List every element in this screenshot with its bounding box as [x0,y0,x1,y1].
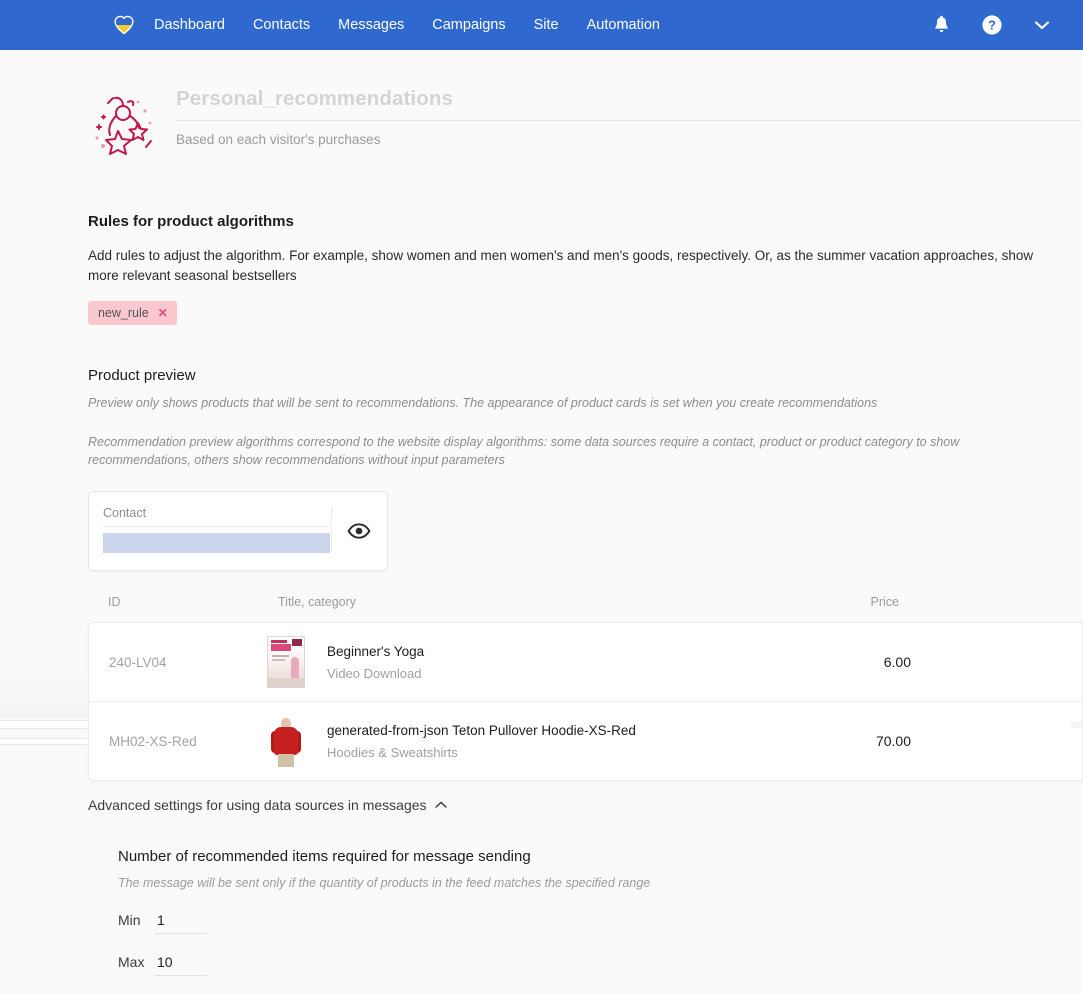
max-label: Max [118,954,145,970]
product-table-header: ID Title, category Price [88,595,1083,615]
page-header: Personal_recommendations Based on each v… [88,87,1081,159]
magic-recommendations-icon [88,89,162,159]
max-field-row: Max 10 [118,954,207,976]
yoga-dvd-thumbnail [259,636,313,688]
account-chevron-down-icon[interactable] [1033,19,1051,31]
contact-label: Contact [103,506,331,527]
product-name: generated-from-json Teton Pullover Hoodi… [327,722,636,738]
advanced-settings-toggle[interactable]: Advanced settings for using data sources… [88,797,448,813]
column-header-id: ID [108,595,121,609]
red-hoodie-thumbnail [259,715,313,767]
eye-preview-icon[interactable] [332,492,387,570]
top-bar-actions: ? [932,0,1083,50]
contact-field[interactable]: Contact [89,492,331,570]
page-content: Personal_recommendations Based on each v… [0,50,1083,994]
column-header-price: Price [870,595,899,609]
recommended-items-subtext: The message will be sent only if the qua… [118,876,651,890]
product-price: 70.00 [875,733,911,749]
product-title-cell: generated-from-json Teton Pullover Hoodi… [313,723,852,760]
table-row[interactable]: 240-LV04 Beginner's Yoga Video Download … [89,623,1082,701]
product-category: Hoodies & Sweatshirts [327,744,458,760]
product-price: 6.00 [883,654,911,670]
product-id: MH02-XS-Red [109,733,197,749]
chevron-up-icon [434,800,448,810]
nav-item-dashboard[interactable]: Dashboard [154,0,225,50]
table-row[interactable]: MH02-XS-Red generated-from-json Teton Pu… [89,701,1082,780]
title-block: Personal_recommendations Based on each v… [176,87,1081,147]
panel-edge-shade [0,672,88,718]
panel-edge-line [0,738,88,745]
product-preview-heading: Product preview [88,367,196,384]
main-nav: Dashboard Contacts Messages Campaigns Si… [154,0,688,50]
min-input[interactable]: 1 [154,912,207,934]
nav-item-site[interactable]: Site [534,0,559,50]
product-title-cell: Beginner's Yoga Video Download [313,644,852,681]
column-header-title: Title, category [278,595,357,609]
product-preview-note-2: Recommendation preview algorithms corres… [88,435,960,467]
heart-flag-logo[interactable] [113,14,135,36]
advanced-settings-label: Advanced settings for using data sources… [88,797,427,813]
rules-heading: Rules for product algorithms [88,213,294,230]
recommended-items-heading: Number of recommended items required for… [118,848,531,865]
panel-edge-line [0,720,88,729]
product-category: Video Download [327,665,422,681]
nav-item-messages[interactable]: Messages [338,0,404,50]
contact-preview-card: Contact [88,491,388,571]
help-question-icon[interactable]: ? [981,14,1003,36]
nav-item-contacts[interactable]: Contacts [253,0,310,50]
svg-text:?: ? [988,18,996,33]
notifications-bell-icon[interactable] [932,15,951,35]
max-input[interactable]: 10 [154,954,207,976]
page-title[interactable]: Personal_recommendations [176,87,1081,121]
rules-description: Add rules to adjust the algorithm. For e… [88,248,1034,283]
min-label: Min [118,912,141,928]
rules-chip-list: new_rule ✕ [88,301,177,325]
min-field-row: Min 1 [118,912,207,934]
product-name: Beginner's Yoga [327,643,425,659]
panel-edge-line-right [1071,722,1083,728]
close-x-icon[interactable]: ✕ [158,306,168,320]
contact-input[interactable] [103,533,330,553]
rule-chip-label: new_rule [98,306,149,320]
product-table: 240-LV04 Beginner's Yoga Video Download … [88,622,1083,781]
nav-item-campaigns[interactable]: Campaigns [432,0,505,50]
page-subtitle: Based on each visitor's purchases [176,132,381,147]
product-preview-note-1: Preview only shows products that will be… [88,396,878,410]
top-navigation-bar: Dashboard Contacts Messages Campaigns Si… [0,0,1083,50]
product-id: 240-LV04 [109,654,167,670]
rule-chip[interactable]: new_rule ✕ [88,301,177,325]
nav-item-automation[interactable]: Automation [587,0,660,50]
